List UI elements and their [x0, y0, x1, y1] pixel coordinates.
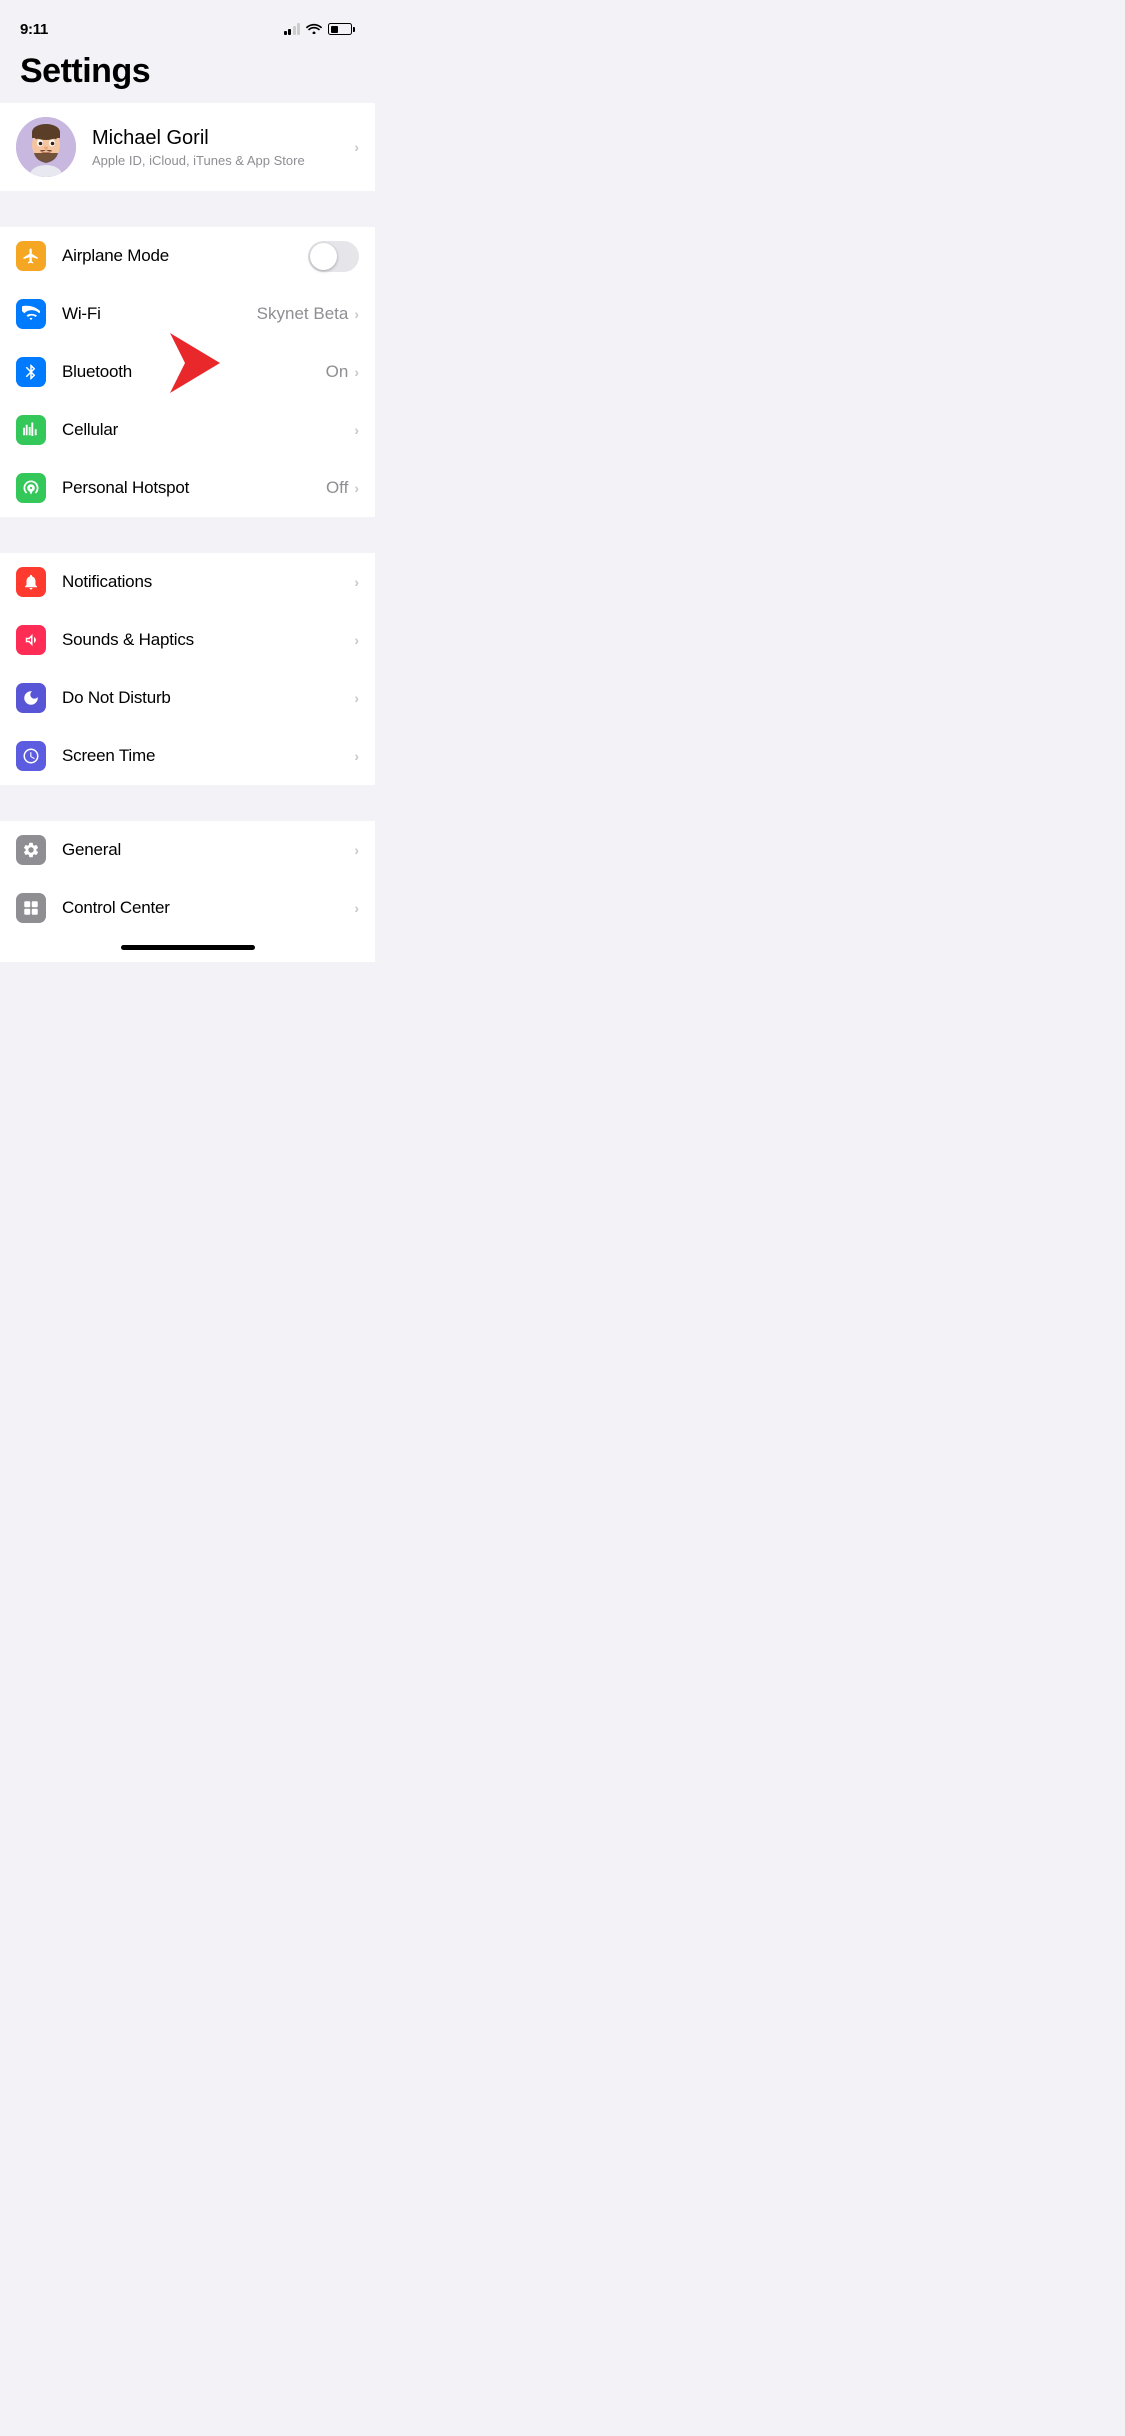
status-bar: 9:11	[0, 0, 375, 44]
home-indicator-area	[0, 937, 375, 962]
group-gap-1	[0, 191, 375, 227]
control-center-label: Control Center	[62, 898, 354, 918]
sounds-chevron-icon: ›	[354, 632, 359, 648]
battery-icon	[328, 23, 355, 35]
screen-time-chevron-icon: ›	[354, 748, 359, 764]
profile-row[interactable]: Michael Goril Apple ID, iCloud, iTunes &…	[0, 103, 375, 191]
cellular-row[interactable]: Cellular ›	[0, 401, 375, 459]
personal-hotspot-label: Personal Hotspot	[62, 478, 326, 498]
personal-hotspot-row[interactable]: Personal Hotspot Off ›	[0, 459, 375, 517]
screen-time-label: Screen Time	[62, 746, 354, 766]
hotspot-icon	[16, 473, 46, 503]
control-center-row[interactable]: Control Center ›	[0, 879, 375, 937]
personal-hotspot-chevron-icon: ›	[354, 480, 359, 496]
do-not-disturb-chevron-icon: ›	[354, 690, 359, 706]
group-gap-2	[0, 517, 375, 553]
notifications-row[interactable]: Notifications ›	[0, 553, 375, 611]
screen-time-icon	[16, 741, 46, 771]
wifi-chevron-icon: ›	[354, 306, 359, 322]
home-bar	[121, 945, 255, 950]
personal-hotspot-value: Off	[326, 478, 348, 498]
general-icon	[16, 835, 46, 865]
control-center-chevron-icon: ›	[354, 900, 359, 916]
sounds-haptics-row[interactable]: Sounds & Haptics ›	[0, 611, 375, 669]
general-chevron-icon: ›	[354, 842, 359, 858]
wifi-icon	[16, 299, 46, 329]
cellular-icon	[16, 415, 46, 445]
profile-chevron-icon: ›	[354, 139, 359, 155]
profile-subtitle: Apple ID, iCloud, iTunes & App Store	[92, 153, 354, 168]
sounds-haptics-label: Sounds & Haptics	[62, 630, 354, 650]
do-not-disturb-icon	[16, 683, 46, 713]
wifi-status-icon	[306, 22, 322, 37]
general-group: General › Control Center ›	[0, 821, 375, 937]
wifi-label: Wi-Fi	[62, 304, 257, 324]
home-indicator	[0, 937, 375, 954]
do-not-disturb-label: Do Not Disturb	[62, 688, 354, 708]
wifi-row[interactable]: Wi-Fi Skynet Beta ›	[0, 285, 375, 343]
avatar	[16, 117, 76, 177]
do-not-disturb-row[interactable]: Do Not Disturb ›	[0, 669, 375, 727]
status-icons	[284, 22, 356, 37]
bluetooth-label: Bluetooth	[62, 362, 326, 382]
cellular-chevron-icon: ›	[354, 422, 359, 438]
bluetooth-icon	[16, 357, 46, 387]
bluetooth-row[interactable]: Bluetooth On ›	[0, 343, 375, 401]
group-gap-3	[0, 785, 375, 821]
bluetooth-value: On	[326, 362, 349, 382]
general-row[interactable]: General ›	[0, 821, 375, 879]
signal-bars-icon	[284, 23, 301, 35]
profile-name: Michael Goril	[92, 127, 354, 150]
notifications-group: Notifications › Sounds & Haptics › Do No…	[0, 553, 375, 785]
notifications-icon	[16, 567, 46, 597]
airplane-mode-toggle[interactable]	[308, 241, 359, 272]
profile-info: Michael Goril Apple ID, iCloud, iTunes &…	[92, 127, 354, 168]
connectivity-group: Airplane Mode Wi-Fi Skynet Beta › Blueto…	[0, 227, 375, 517]
cellular-label: Cellular	[62, 420, 354, 440]
notifications-chevron-icon: ›	[354, 574, 359, 590]
general-label: General	[62, 840, 354, 860]
control-center-icon	[16, 893, 46, 923]
status-time: 9:11	[20, 21, 48, 38]
notifications-label: Notifications	[62, 572, 354, 592]
screen-time-row[interactable]: Screen Time ›	[0, 727, 375, 785]
wifi-value: Skynet Beta	[257, 304, 349, 324]
page-title-section: Settings	[0, 44, 375, 103]
airplane-mode-label: Airplane Mode	[62, 246, 308, 266]
bluetooth-chevron-icon: ›	[354, 364, 359, 380]
page-title: Settings	[20, 52, 355, 91]
airplane-mode-icon	[16, 241, 46, 271]
sounds-icon	[16, 625, 46, 655]
profile-section: Michael Goril Apple ID, iCloud, iTunes &…	[0, 103, 375, 191]
airplane-mode-row[interactable]: Airplane Mode	[0, 227, 375, 285]
